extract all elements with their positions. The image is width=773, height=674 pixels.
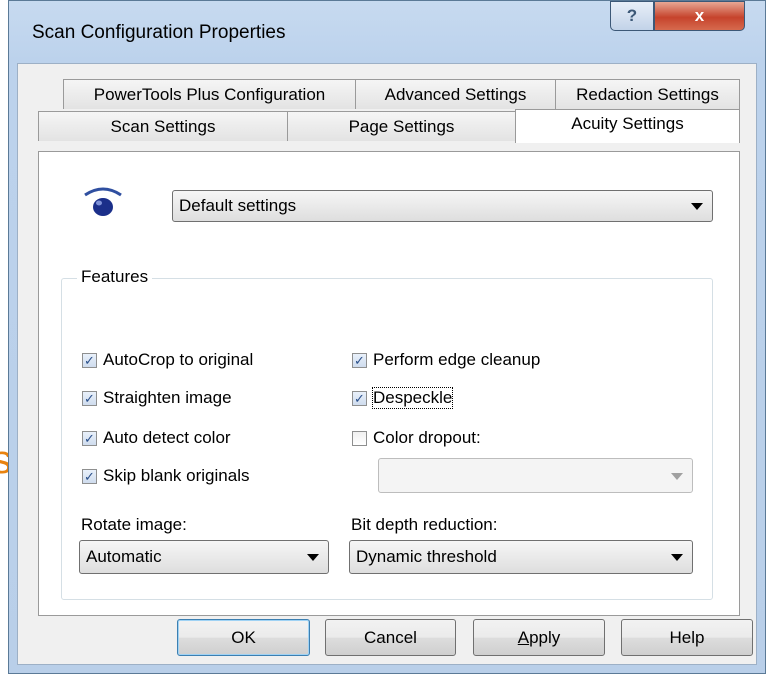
question-icon: ?: [626, 6, 638, 25]
checkbox-label: Auto detect color: [103, 428, 231, 447]
checkbox-label: Perform edge cleanup: [373, 350, 541, 369]
tab-advanced-settings[interactable]: Advanced Settings: [355, 79, 556, 109]
checkbox-checked-icon: ✓: [82, 352, 97, 368]
apply-button-label: pply: [529, 627, 561, 647]
rotate-image-label: Rotate image:: [81, 515, 187, 534]
window-title: Scan Configuration Properties: [32, 22, 286, 43]
autocrop-checkbox[interactable]: ✓ AutoCrop to original: [82, 350, 253, 370]
profile-select-value: Default settings: [179, 196, 297, 215]
tab-label: Scan Settings: [110, 116, 216, 136]
profile-select[interactable]: Default settings: [172, 190, 713, 222]
checkbox-checked-icon: ✓: [82, 430, 97, 446]
bit-depth-reduction-select[interactable]: Dynamic threshold: [349, 540, 693, 574]
checkbox-label: AutoCrop to original: [103, 350, 254, 369]
acuity-settings-panel: Default settings Features ✓ AutoCrop to …: [38, 151, 740, 616]
tab-label: Advanced Settings: [384, 84, 527, 104]
color-dropout-checkbox[interactable]: Color dropout:: [352, 428, 481, 448]
tab-label: Page Settings: [348, 116, 455, 136]
help-titlebar-button[interactable]: ?: [610, 1, 654, 31]
apply-mnemonic: A: [517, 627, 530, 647]
rotate-image-select-value: Automatic: [86, 547, 162, 566]
cancel-button-label: Cancel: [364, 627, 417, 647]
help-button-label: Help: [669, 627, 705, 647]
dialog-client-area: PowerTools Plus Configuration Advanced S…: [17, 63, 757, 665]
despeckle-checkbox[interactable]: ✓ Despeckle: [352, 387, 454, 409]
tab-acuity-settings[interactable]: Acuity Settings: [515, 109, 740, 143]
checkbox-checked-icon: ✓: [352, 390, 367, 406]
eye-icon: [84, 187, 122, 216]
checkbox-unchecked-icon: [352, 430, 367, 446]
title-bar[interactable]: Scan Configuration Properties ? x: [9, 1, 765, 63]
apply-button[interactable]: Apply: [473, 619, 605, 656]
chevron-down-icon: [671, 472, 683, 480]
close-icon: x: [694, 6, 705, 25]
features-group-label: Features: [77, 267, 153, 287]
chevron-down-icon: [691, 203, 703, 210]
tab-page-settings[interactable]: Page Settings: [287, 111, 516, 141]
bit-depth-reduction-select-value: Dynamic threshold: [356, 547, 497, 566]
tab-scan-settings[interactable]: Scan Settings: [38, 111, 288, 141]
tab-powertools-plus-configuration[interactable]: PowerTools Plus Configuration: [63, 79, 356, 109]
auto-detect-color-checkbox[interactable]: ✓ Auto detect color: [82, 428, 231, 448]
help-button[interactable]: Help: [621, 619, 753, 656]
skip-blank-originals-checkbox[interactable]: ✓ Skip blank originals: [82, 466, 249, 486]
checkbox-label: Straighten image: [103, 388, 232, 407]
close-button[interactable]: x: [654, 1, 745, 31]
tab-label: Redaction Settings: [576, 84, 719, 104]
straighten-image-checkbox[interactable]: ✓ Straighten image: [82, 388, 232, 408]
bit-depth-reduction-label: Bit depth reduction:: [351, 515, 498, 534]
perform-edge-cleanup-checkbox[interactable]: ✓ Perform edge cleanup: [352, 350, 540, 370]
dialog-window: Scan Configuration Properties ? x PowerT…: [8, 0, 766, 674]
checkbox-label: Despeckle: [371, 387, 454, 409]
chevron-down-icon: [671, 554, 683, 561]
checkbox-checked-icon: ✓: [352, 352, 367, 368]
rotate-image-select[interactable]: Automatic: [79, 540, 329, 574]
checkbox-label: Color dropout:: [373, 428, 481, 447]
tab-label: Acuity Settings: [571, 114, 684, 133]
cancel-button[interactable]: Cancel: [325, 619, 456, 656]
chevron-down-icon: [307, 554, 319, 561]
checkbox-checked-icon: ✓: [82, 468, 97, 484]
checkbox-label: Skip blank originals: [103, 466, 250, 485]
color-dropout-select[interactable]: [378, 458, 693, 493]
ok-button[interactable]: OK: [177, 619, 310, 656]
tab-redaction-settings[interactable]: Redaction Settings: [555, 79, 740, 109]
tab-label: PowerTools Plus Configuration: [93, 84, 326, 104]
ok-button-label: OK: [231, 627, 256, 647]
checkbox-checked-icon: ✓: [82, 390, 97, 406]
